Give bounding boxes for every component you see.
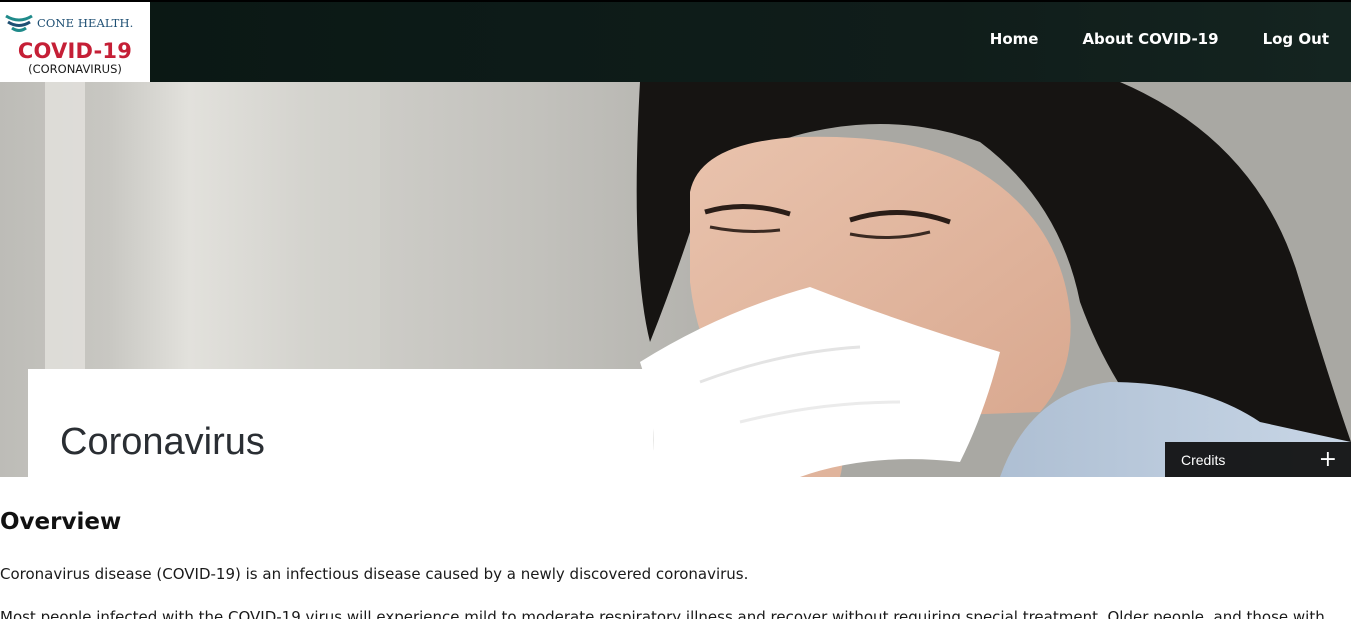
cone-health-logo: CONE HEALTH. [4, 12, 133, 34]
main-nav: Home About COVID-19 Log Out [990, 30, 1329, 48]
overview-paragraph-1: Coronavirus disease (COVID-19) is an inf… [0, 565, 749, 583]
nav-home-link[interactable]: Home [990, 30, 1039, 48]
overview-paragraph-2: Most people infected with the COVID-19 v… [0, 608, 1325, 619]
credits-toggle[interactable]: Credits + [1165, 442, 1351, 477]
logo-covid-subtitle: (CORONAVIRUS) [28, 62, 122, 76]
page-title: Coronavirus [60, 421, 265, 463]
credits-label: Credits [1181, 451, 1226, 468]
hero-banner: Coronavirus Credits + [0, 82, 1351, 477]
logo-brand-text: CONE HEALTH. [37, 16, 134, 30]
cone-health-logo-icon [5, 14, 33, 32]
site-header: CONE HEALTH. COVID-19 (CORONAVIRUS) Home… [0, 0, 1351, 82]
hero-title-card: Coronavirus [28, 369, 653, 477]
nav-logout-link[interactable]: Log Out [1263, 30, 1329, 48]
site-logo[interactable]: CONE HEALTH. COVID-19 (CORONAVIRUS) [0, 2, 150, 82]
logo-covid-title: COVID-19 [17, 39, 133, 63]
main-content: Overview Coronavirus disease (COVID-19) … [0, 477, 1351, 619]
plus-icon: + [1318, 446, 1337, 472]
overview-heading: Overview [0, 509, 122, 535]
nav-about-covid-link[interactable]: About COVID-19 [1082, 30, 1218, 48]
